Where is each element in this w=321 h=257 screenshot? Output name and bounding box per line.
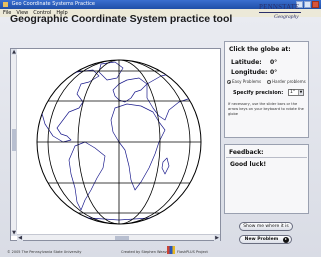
longitude-scrollbar[interactable]: ◀ ▶ (17, 234, 220, 241)
precision-label: Specify precision: (233, 90, 284, 96)
easy-problems-label[interactable]: Easy Problems (232, 79, 261, 84)
scroll-right-arrow-icon[interactable]: ▶ (214, 235, 220, 241)
difficulty-options: Easy Problems Harder problems (227, 79, 306, 84)
chevron-down-icon[interactable]: ▼ (298, 90, 303, 95)
app-icon (3, 2, 8, 7)
feedback-header: Feedback: (229, 149, 264, 156)
latitude-scroll-thumb[interactable] (12, 129, 16, 151)
new-problem-button[interactable]: New Problem (239, 235, 292, 244)
window-title: Geo Coordinate Systems Practice (11, 1, 96, 7)
flashplus-logo (167, 246, 175, 254)
longitude-value: 0° (270, 69, 278, 76)
longitude-label: Longitude: (231, 69, 268, 76)
question-panel: Click the globe at: Latitude: 0° Longitu… (224, 41, 309, 138)
longitude-row: Longitude: 0° (231, 69, 277, 76)
longitude-scroll-thumb[interactable] (115, 236, 129, 240)
globe-viewport: ▲ ▼ ◀ ▶ (10, 48, 221, 241)
logo-divider (259, 12, 301, 13)
harder-problems-radio[interactable] (267, 79, 272, 84)
footer-credit: Created by Stephen Weaver (121, 250, 171, 254)
latitude-row: Latitude: 0° (231, 59, 277, 66)
psu-geography-logo: PENNSTATE Geography (250, 3, 308, 27)
precision-select[interactable]: 1° ▼ (288, 89, 304, 96)
rotate-hint: If necessary, use the slider bars or the… (228, 102, 304, 116)
logo-department: Geography (274, 14, 299, 20)
question-header: Click the globe at: (229, 46, 291, 53)
feedback-panel: Feedback: Good luck! (224, 144, 309, 214)
new-problem-label: New Problem (244, 237, 279, 242)
easy-problems-radio[interactable] (227, 79, 231, 84)
show-me-button[interactable]: Show me where it is (239, 222, 293, 231)
play-arrow-icon (283, 237, 289, 243)
harder-problems-label[interactable]: Harder problems (272, 79, 306, 84)
close-button[interactable] (312, 1, 319, 8)
latitude-value: 0° (270, 59, 278, 66)
scroll-left-arrow-icon[interactable]: ◀ (17, 235, 23, 241)
page-title: Geographic Coordinate System practice to… (10, 13, 233, 25)
scroll-up-arrow-icon[interactable]: ▲ (11, 49, 17, 55)
footer-project: FlashPLUS Project (177, 250, 208, 254)
feedback-divider (226, 157, 307, 158)
footer-copyright: © 2005 The Pennsylvania State University (7, 250, 82, 254)
logo-name: PENNSTATE (259, 3, 300, 11)
globe[interactable] (19, 50, 219, 234)
feedback-message: Good luck! (230, 161, 267, 168)
latitude-scrollbar[interactable]: ▲ ▼ (11, 49, 17, 236)
precision-value: 1° (290, 90, 296, 95)
latitude-label: Latitude: (231, 59, 262, 66)
